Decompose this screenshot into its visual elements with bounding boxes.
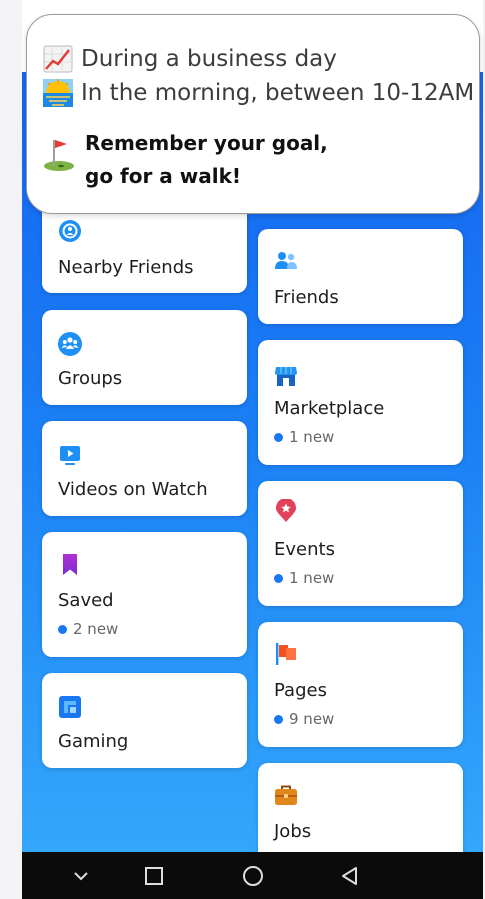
- gaming-icon: [59, 696, 81, 718]
- shortcut-jobs[interactable]: Jobs: [258, 763, 463, 863]
- shortcut-label: Friends: [274, 287, 339, 308]
- android-navigation-bar: [22, 852, 483, 899]
- new-count-badge: 1 new: [274, 428, 334, 446]
- badge-text: 1 new: [289, 428, 335, 446]
- chart-increasing-icon: [43, 45, 73, 73]
- bookmark-icon: [63, 554, 77, 575]
- badge-text: 2 new: [73, 620, 119, 638]
- badge-text: 1 new: [289, 569, 335, 587]
- shortcut-label: Jobs: [274, 821, 312, 842]
- schedule-line: During a business day: [43, 45, 337, 73]
- shortcut-label: Groups: [58, 368, 123, 389]
- golf-flag-icon: [44, 140, 74, 171]
- unread-dot-icon: [274, 432, 283, 442]
- unread-dot-icon: [58, 624, 67, 634]
- time-window-line: In the morning, between 10-12AM: [43, 79, 474, 107]
- recent-apps-icon[interactable]: [138, 860, 170, 892]
- goal-reminder-line-2: go for a walk!: [85, 164, 241, 188]
- new-count-badge: 2 new: [58, 620, 118, 638]
- shortcut-label: Saved: [58, 590, 114, 611]
- briefcase-icon: [275, 785, 297, 805]
- hide-keyboard-icon[interactable]: [65, 860, 97, 892]
- sunrise-icon: [43, 79, 73, 107]
- time-window-text: In the morning, between 10-12AM: [81, 80, 475, 106]
- shortcut-label: Marketplace: [274, 398, 385, 419]
- friends-icon: [275, 252, 297, 269]
- shortcut-label: Nearby Friends: [58, 257, 194, 278]
- flag-icon: [276, 643, 296, 665]
- nearby-friends-icon: [59, 220, 81, 242]
- shortcut-marketplace[interactable]: Marketplace 1 new: [258, 340, 463, 465]
- shortcut-groups[interactable]: Groups: [42, 310, 247, 405]
- unread-dot-icon: [274, 714, 283, 724]
- unread-dot-icon: [274, 573, 283, 583]
- watch-video-icon: [60, 446, 80, 465]
- groups-icon: [58, 332, 82, 356]
- goal-reminder-line-1: Remember your goal,: [85, 131, 328, 155]
- schedule-text: During a business day: [81, 46, 337, 72]
- shortcut-label: Videos on Watch: [58, 479, 208, 500]
- shortcut-label: Pages: [274, 680, 327, 701]
- shortcut-friends[interactable]: Friends: [258, 229, 463, 324]
- home-icon[interactable]: [237, 860, 269, 892]
- back-icon[interactable]: [334, 860, 366, 892]
- shortcut-saved[interactable]: Saved 2 new: [42, 532, 247, 657]
- shortcut-label: Gaming: [58, 731, 129, 752]
- shortcut-events[interactable]: Events 1 new: [258, 481, 463, 606]
- marketplace-icon: [275, 367, 297, 386]
- reminder-notification[interactable]: During a business day In the morning, be…: [26, 14, 480, 214]
- new-count-badge: 1 new: [274, 569, 334, 587]
- badge-text: 9 new: [289, 710, 335, 728]
- events-icon: [276, 499, 296, 522]
- shortcut-videos-on-watch[interactable]: Videos on Watch: [42, 421, 247, 516]
- shortcut-pages[interactable]: Pages 9 new: [258, 622, 463, 747]
- shortcut-gaming[interactable]: Gaming: [42, 673, 247, 768]
- shortcut-label: Events: [274, 539, 335, 560]
- new-count-badge: 9 new: [274, 710, 334, 728]
